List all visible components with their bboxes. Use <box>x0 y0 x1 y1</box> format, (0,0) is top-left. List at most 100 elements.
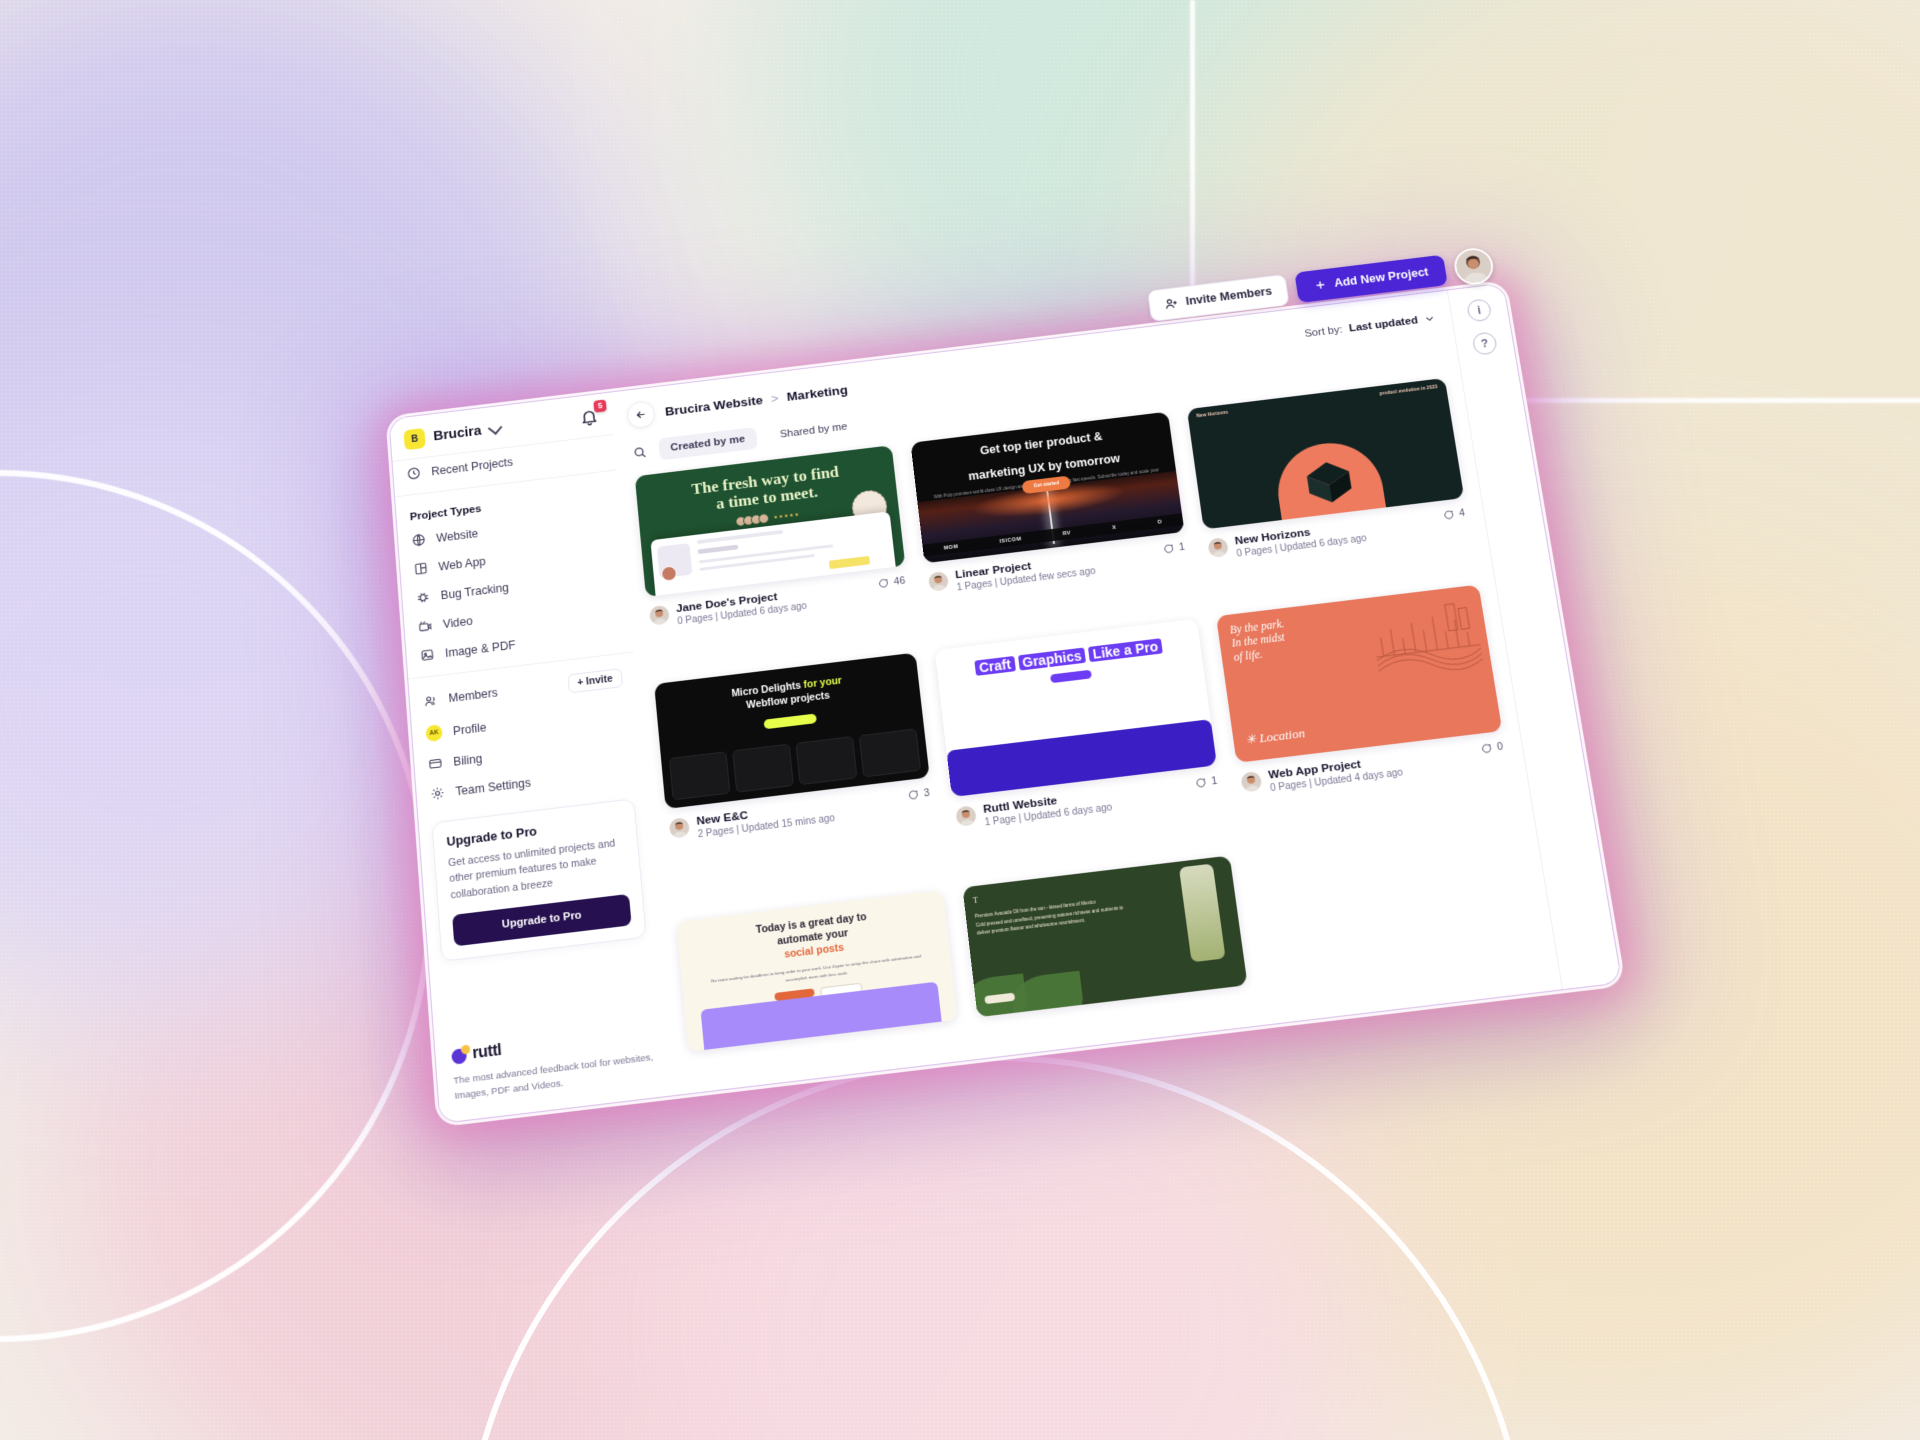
project-card-avocado[interactable]: T Premium Avocado Oil from the sun - kis… <box>962 856 1253 1059</box>
project-owner-avatar <box>1207 537 1229 558</box>
comment-icon <box>1479 742 1493 755</box>
sidebar-label-team-settings: Team Settings <box>455 775 531 797</box>
logo-3: RV <box>1062 530 1071 537</box>
logo-1: MOM <box>943 544 958 551</box>
comment-count-value: 46 <box>893 575 906 588</box>
thumb-headline-pre: Craft <box>974 656 1015 676</box>
users-icon <box>423 693 439 709</box>
avatar-image <box>669 817 690 839</box>
project-owner-avatar <box>928 571 949 592</box>
sort-by-label: Sort by: <box>1304 323 1344 339</box>
info-icon[interactable]: i <box>1466 298 1492 322</box>
team-switcher[interactable]: B Brucira <box>403 419 501 451</box>
members-invite-button[interactable]: + Invite <box>567 668 623 693</box>
comment-count-value: 4 <box>1458 507 1465 519</box>
project-thumbnail[interactable]: Craft Graphics Like a Pro <box>935 619 1217 797</box>
project-comment-count: 4 <box>1442 506 1466 521</box>
comment-count-value: 3 <box>923 787 930 799</box>
comment-icon <box>877 577 890 590</box>
breadcrumb-current: Marketing <box>786 383 848 404</box>
thumb-chip <box>763 714 816 730</box>
project-comment-count: 3 <box>906 786 930 801</box>
sort-by-control[interactable]: Sort by: Last updated <box>1304 312 1436 340</box>
sidebar-label-bug-tracking: Bug Tracking <box>440 580 509 601</box>
arrow-left-icon <box>634 408 647 421</box>
project-card-linear[interactable]: Get top tier product & marketing UX by t… <box>911 412 1195 636</box>
add-new-project-label: Add New Project <box>1333 266 1429 290</box>
video-icon <box>417 618 432 634</box>
project-card-ruttl-website[interactable]: Craft Graphics Like a Pro Ruttl Website … <box>935 619 1228 872</box>
notifications-button[interactable]: 5 <box>579 407 602 429</box>
project-owner-avatar <box>649 605 670 626</box>
team-name: Brucira <box>433 424 482 444</box>
thumb-label-left: New Horizons <box>1196 410 1228 419</box>
app-stage: Invite Members Add New Project B Brucira <box>0 0 1920 1440</box>
ruttl-wordmark: ruttl <box>472 1042 502 1063</box>
globe-icon <box>411 532 426 548</box>
sort-by-value: Last updated <box>1348 314 1418 334</box>
notification-badge: 5 <box>594 399 607 412</box>
sidebar-footer: ruttl The most advanced feedback tool fo… <box>434 1006 674 1123</box>
project-card-jane-doe[interactable]: The fresh way to find a time to meet. ★★… <box>635 445 914 669</box>
project-card-new-horizons[interactable]: New Horizons product evolution in 2023 N… <box>1187 378 1476 601</box>
logo-2: ISICOM <box>999 536 1022 544</box>
sidebar-label-billing: Biling <box>453 751 483 768</box>
project-card-automate[interactable]: Today is a great day to automate your so… <box>676 890 962 1093</box>
avatar-image <box>928 571 949 592</box>
comment-icon <box>907 788 920 801</box>
team-badge: B <box>403 428 425 450</box>
comment-icon <box>1162 543 1175 556</box>
sidebar-label-website: Website <box>436 526 479 544</box>
gear-icon <box>430 785 446 801</box>
tab-shared-by-me[interactable]: Shared by me <box>768 414 860 447</box>
plus-icon <box>1312 278 1327 292</box>
thumb-headline-highlight: Graphics <box>1018 647 1087 670</box>
sidebar-label-video: Video <box>442 614 473 631</box>
breadcrumb-root[interactable]: Brucira Website <box>664 393 763 418</box>
profile-avatar-icon: AK <box>425 724 443 742</box>
user-avatar[interactable] <box>1452 246 1496 286</box>
project-card-web-app[interactable]: By the park. In the midst of life. ✳ Loc… <box>1216 585 1515 838</box>
invite-members-label: Invite Members <box>1185 285 1273 308</box>
upgrade-to-pro-button[interactable]: Upgrade to Pro <box>452 894 632 947</box>
sidebar-label-profile: Profile <box>452 720 486 737</box>
project-comment-count: 0 <box>1479 740 1504 755</box>
search-icon[interactable] <box>632 444 647 459</box>
thumb-brand-mark: T <box>972 876 1129 909</box>
thumb-headline-accent: for your <box>803 676 842 691</box>
avatar-image <box>955 805 977 827</box>
avatar-image <box>1240 771 1262 793</box>
thumb-cream-automate: Today is a great day to automate your so… <box>676 890 957 1052</box>
chevron-down-icon <box>1424 313 1436 324</box>
logo-5: O <box>1157 519 1162 525</box>
image-icon <box>420 647 435 663</box>
main-content: Brucira Website > Marketing Sort by: Las… <box>610 290 1563 1095</box>
sidebar-label-image-pdf: Image & PDF <box>445 638 516 660</box>
logo-4: X <box>1112 525 1117 531</box>
project-thumbnail[interactable]: T Premium Avocado Oil from the sun - kis… <box>962 856 1247 1018</box>
help-icon[interactable]: ? <box>1472 331 1499 355</box>
credit-card-icon <box>428 756 444 772</box>
thumb-stars-icon: ★★★★★ <box>773 512 800 521</box>
thumb-avocado-oil: T Premium Avocado Oil from the sun - kis… <box>962 856 1247 1018</box>
project-thumbnail[interactable]: Today is a great day to automate your so… <box>676 890 957 1052</box>
project-owner-avatar <box>955 805 977 827</box>
upgrade-card: Upgrade to Pro Get access to unlimited p… <box>431 798 646 962</box>
comment-count-value: 1 <box>1178 541 1185 553</box>
project-card-new-ec[interactable]: Micro Delights for your Webflow projects <box>654 653 941 907</box>
back-button[interactable] <box>626 400 656 429</box>
comment-count-value: 1 <box>1211 775 1218 787</box>
thumb-location-label: ✳ Location <box>1244 725 1305 747</box>
user-plus-icon <box>1163 296 1179 311</box>
thumb-craft-graphics: Craft Graphics Like a Pro <box>935 619 1217 797</box>
thumb-headline-post: Like a Pro <box>1088 638 1163 662</box>
layout-icon <box>413 561 428 577</box>
project-comment-count: 46 <box>877 574 906 589</box>
thumb-bottle-art <box>1179 864 1226 963</box>
skyline-illustration-icon <box>1366 591 1486 685</box>
sidebar-label-web-app: Web App <box>438 554 486 573</box>
thumb-cta-chip <box>1050 670 1092 683</box>
thumb-copy: T Premium Avocado Oil from the sun - kis… <box>972 876 1133 938</box>
bug-icon <box>415 589 430 605</box>
thumb-location-value: Location <box>1258 725 1305 745</box>
